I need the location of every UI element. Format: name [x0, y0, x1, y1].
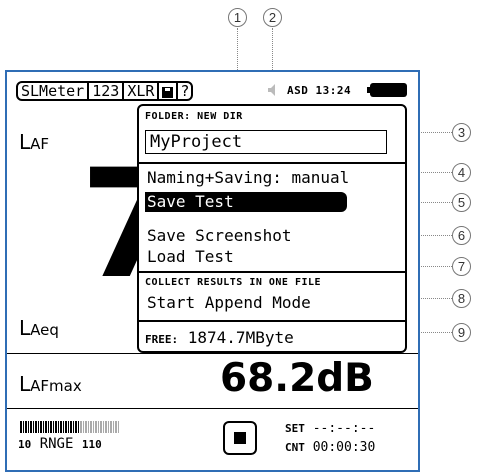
speaker-icon: [268, 84, 275, 96]
label-lafmax: LAFmax: [19, 372, 82, 396]
lafmax-value: 68.2dB: [220, 356, 374, 401]
save-menu-popup: FOLDER: NEW DIR MyProject Naming+Saving:…: [137, 104, 407, 353]
folder-header: FOLDER: NEW DIR: [145, 111, 243, 122]
callout-5: 5: [452, 193, 471, 212]
stop-button[interactable]: [223, 421, 257, 455]
divider-bottom: [7, 408, 418, 409]
callout-3: 3: [452, 123, 471, 142]
count-timer: CNT 00:00:30: [285, 440, 376, 455]
menu-separator: [139, 320, 405, 322]
tab-save[interactable]: [159, 83, 179, 99]
callout-4: 4: [452, 163, 471, 182]
divider: [7, 353, 418, 354]
set-timer: SET --:--:--: [285, 421, 376, 436]
callout-2: 2: [263, 8, 282, 27]
tab-123[interactable]: 123: [89, 83, 125, 99]
load-test-item[interactable]: Load Test: [147, 247, 234, 267]
tab-xlr[interactable]: XLR: [124, 83, 160, 99]
tab-bar: SLMeter 123 XLR ?: [16, 81, 194, 101]
free-space: FREE: 1874.7MByte: [145, 328, 294, 347]
level-meter-bar: [20, 421, 119, 433]
label-laf: LAF: [19, 130, 50, 154]
collect-header: COLLECT RESULTS IN ONE FILE: [145, 277, 322, 288]
save-screenshot-item[interactable]: Save Screenshot: [147, 226, 292, 246]
battery-icon: [367, 83, 407, 97]
label-laeq: LAeq: [19, 316, 59, 340]
tab-help[interactable]: ?: [178, 83, 191, 99]
tab-slmeter[interactable]: SLMeter: [18, 83, 90, 99]
callout-6: 6: [452, 226, 471, 245]
range-indicator: 10 RNGE 110: [18, 436, 102, 452]
status-text: ASD 13:24: [287, 84, 352, 97]
callout-1: 1: [228, 8, 247, 27]
menu-separator: [139, 271, 405, 273]
start-append-mode-item[interactable]: Start Append Mode: [147, 293, 311, 313]
menu-separator: [139, 162, 405, 164]
disk-icon: [162, 87, 174, 98]
callout-9: 9: [452, 323, 471, 342]
project-name-field[interactable]: MyProject: [145, 130, 387, 154]
save-test-item[interactable]: Save Test: [145, 192, 347, 212]
callout-7: 7: [452, 257, 471, 276]
callout-8: 8: [452, 289, 471, 308]
naming-saving-option[interactable]: Naming+Saving: manual: [147, 168, 349, 188]
